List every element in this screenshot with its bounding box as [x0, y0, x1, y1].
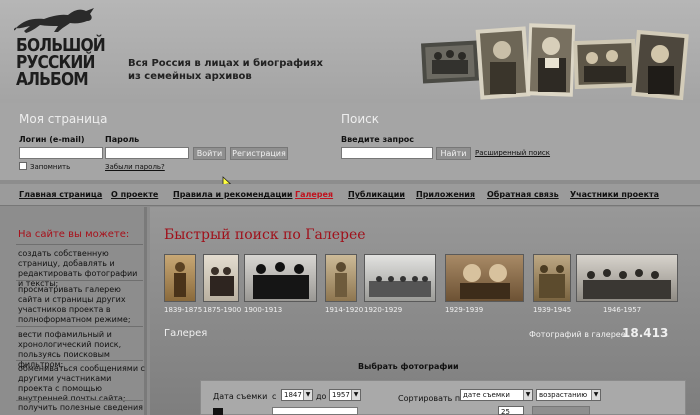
logo-line: АЛЬБОМ	[16, 69, 89, 90]
chevron-down-icon: ▼	[351, 390, 360, 400]
gallery-thumbnail[interactable]	[164, 254, 196, 302]
advanced-search-link[interactable]: Расширенный поиск	[475, 149, 550, 157]
quick-search-title: Быстрый поиск по Галерее	[164, 227, 366, 243]
nav-item-publications[interactable]: Публикации	[348, 190, 405, 199]
sidebar-item: обмениваться сообщениями с другими участ…	[18, 364, 145, 403]
year-from-value: 1847	[284, 391, 302, 399]
site-logo[interactable]: БОЛЬШОЙ РУССКИЙ АЛЬБОМ	[16, 37, 106, 90]
nav-item-members[interactable]: Участники проекта	[570, 190, 659, 199]
search-query-label: Введите запрос	[341, 135, 415, 144]
remember-label: Запомнить	[30, 163, 71, 171]
sort-field-value: дате съемки	[463, 391, 510, 399]
page: БОЛЬШОЙ РУССКИЙ АЛЬБОМ Вся Россия в лица…	[0, 0, 700, 415]
filter-title: Выбрать фотографии	[358, 362, 459, 371]
nav-item-rules[interactable]: Правила и рекомендации	[173, 190, 293, 199]
chevron-down-icon: ▼	[591, 390, 600, 400]
period-link[interactable]: 1929-1939	[445, 306, 483, 314]
photo-count-label: Фотографий в галерее:	[529, 330, 629, 339]
period-link[interactable]: 1875-1900	[203, 306, 241, 314]
period-link[interactable]: 1914-1920	[325, 306, 363, 314]
gallery-thumbnail[interactable]	[364, 254, 436, 302]
my-page-heading: Моя страница	[19, 112, 108, 126]
gallery-thumbnail[interactable]	[533, 254, 571, 302]
sidebar-divider	[16, 280, 143, 281]
nav-item-about[interactable]: О проекте	[111, 190, 158, 199]
nav-item-applications[interactable]: Приложения	[416, 190, 475, 199]
sidebar-divider	[16, 244, 143, 245]
remember-checkbox[interactable]	[19, 162, 27, 170]
chevron-down-icon: ▼	[523, 390, 532, 400]
tagline-line: Вся Россия в лицах и биографиях	[128, 58, 323, 69]
site-tagline: Вся Россия в лицах и биографиях из семей…	[128, 57, 323, 83]
period-link[interactable]: 1946-1957	[603, 306, 641, 314]
sidebar-item: получить полезные сведения и	[18, 403, 143, 415]
header-photo-collage	[420, 23, 689, 101]
login-label: Логин (e-mail)	[19, 135, 85, 144]
sidebar-divider	[16, 400, 143, 401]
from-label: с	[272, 392, 277, 401]
login-email-input[interactable]	[19, 147, 103, 159]
sort-label: Сортировать по	[398, 394, 466, 403]
sidebar-item: создать собственную страницу, добавлять …	[18, 249, 138, 288]
year-to-value: 1957	[332, 391, 350, 399]
sidebar-divider	[16, 326, 143, 327]
sidebar-item: просматривать галерею сайта и страницы д…	[18, 285, 131, 324]
tagline-line: из семейных архивов	[128, 71, 252, 82]
password-input[interactable]	[105, 147, 189, 159]
period-link[interactable]: 1900-1913	[244, 306, 282, 314]
period-link[interactable]: 1920-1929	[364, 306, 402, 314]
date-label: Дата съемки	[213, 392, 268, 401]
sort-order-select[interactable]: возрастанию ▼	[536, 389, 601, 401]
show-button[interactable]	[532, 406, 590, 415]
sort-field-select[interactable]: дате съемки ▼	[460, 389, 533, 401]
password-label: Пароль	[105, 135, 140, 144]
site-header: БОЛЬШОЙ РУССКИЙ АЛЬБОМ Вся Россия в лица…	[0, 0, 700, 103]
nav-item-home[interactable]: Главная страница	[19, 190, 102, 199]
gallery-thumbnail[interactable]	[576, 254, 678, 302]
nav-item-feedback[interactable]: Обратная связь	[487, 190, 559, 199]
gallery-label: Галерея	[164, 328, 208, 339]
photo-count-value: 18.413	[622, 326, 669, 340]
year-from-select[interactable]: 1847 ▼	[281, 389, 313, 401]
sort-order-value: возрастанию	[539, 391, 588, 399]
wolf-logo-icon	[14, 8, 94, 33]
to-label: до	[316, 392, 327, 401]
gallery-thumbnail[interactable]	[325, 254, 357, 302]
gallery-thumbnail[interactable]	[203, 254, 239, 302]
sidebar-title: На сайте вы можете:	[18, 229, 130, 240]
chevron-down-icon: ▼	[303, 390, 312, 400]
period-link[interactable]: 1939-1945	[533, 306, 571, 314]
sidebar-divider	[16, 360, 143, 361]
login-button[interactable]: Войти	[193, 147, 226, 160]
search-input[interactable]	[341, 147, 433, 159]
gallery-thumbnail[interactable]	[244, 254, 317, 302]
period-link[interactable]: 1839-1875	[164, 306, 202, 314]
per-page-select[interactable]: 25	[498, 406, 524, 415]
surname-label-fragment	[213, 408, 223, 415]
forgot-password-link[interactable]: Забыли пароль?	[105, 163, 165, 171]
search-button[interactable]: Найти	[436, 147, 471, 160]
search-heading: Поиск	[341, 112, 380, 126]
per-page-value: 25	[501, 408, 510, 415]
surname-input[interactable]	[272, 407, 358, 415]
year-to-select[interactable]: 1957 ▼	[329, 389, 361, 401]
nav-item-gallery[interactable]: Галерея	[295, 190, 333, 199]
register-button[interactable]: Регистрация	[230, 147, 288, 160]
gallery-thumbnail[interactable]	[445, 254, 524, 302]
